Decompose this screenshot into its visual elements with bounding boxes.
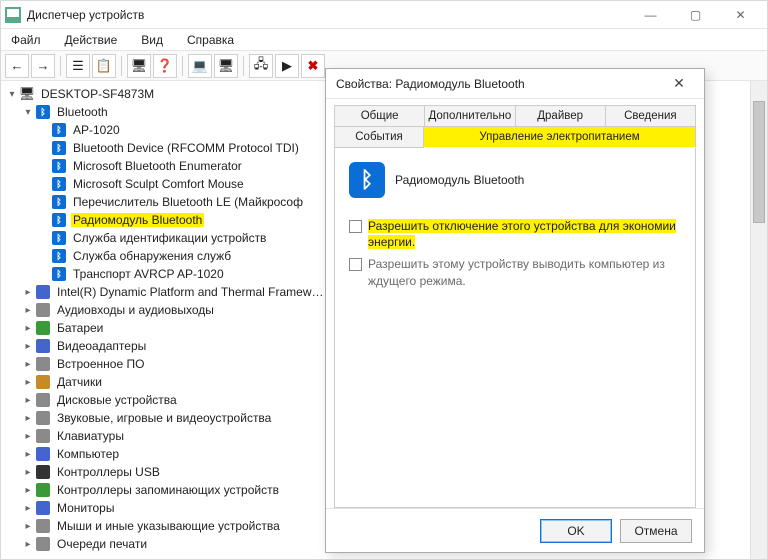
toolbar-btn-1[interactable]: 📋 <box>92 54 116 78</box>
dialog-titlebar: Свойства: Радиомодуль Bluetooth ✕ <box>326 69 704 99</box>
minimize-button[interactable]: — <box>628 1 673 29</box>
bluetooth-icon: ᛒ <box>51 122 67 138</box>
twisty-icon[interactable]: ▸ <box>21 413 35 424</box>
window-title: Диспетчер устройств <box>27 8 144 22</box>
cancel-button[interactable]: Отмена <box>620 519 692 543</box>
tab-advanced[interactable]: Дополнительно <box>425 105 515 127</box>
option-label: Разрешить этому устройству выводить комп… <box>368 256 681 288</box>
audio-icon <box>35 302 51 318</box>
dialog-title: Свойства: Радиомодуль Bluetooth <box>336 77 525 91</box>
storage-icon <box>35 482 51 498</box>
bluetooth-icon: ᛒ <box>51 266 67 282</box>
twisty-icon[interactable]: ▾ <box>5 89 19 100</box>
twisty-icon[interactable]: ▸ <box>21 377 35 388</box>
dialog-close-button[interactable]: ✕ <box>664 75 694 92</box>
menu-file[interactable]: Файл <box>7 31 45 49</box>
printer-icon <box>35 536 51 552</box>
toolbar-btn-0[interactable]: ☰ <box>66 54 90 78</box>
device-header: ᛒ Радиомодуль Bluetooth <box>349 162 681 198</box>
tab-panel-power: ᛒ Радиомодуль Bluetooth Разрешить отключ… <box>334 148 696 508</box>
toolbar-separator <box>243 56 244 76</box>
bluetooth-icon: ᛒ <box>51 176 67 192</box>
computer-icon <box>35 446 51 462</box>
tree-label: Bluetooth <box>55 105 110 119</box>
toolbar-btn-5[interactable]: 🖥 <box>214 54 238 78</box>
toolbar-btn-7[interactable]: ▶ <box>275 54 299 78</box>
display-icon <box>35 338 51 354</box>
toolbar-btn-6[interactable]: 🖧 <box>249 54 273 78</box>
toolbar-btn-8[interactable]: ✖ <box>301 54 325 78</box>
mouse-icon <box>35 518 51 534</box>
toolbar-separator <box>121 56 122 76</box>
twisty-icon[interactable]: ▸ <box>21 359 35 370</box>
tab-driver[interactable]: Драйвер <box>516 105 606 127</box>
option-label: Разрешить отключение этого устройства дл… <box>368 218 681 250</box>
twisty-icon[interactable]: ▸ <box>21 521 35 532</box>
battery-icon <box>35 320 51 336</box>
tree-root-label: DESKTOP-SF4873M <box>39 87 156 101</box>
titlebar: Диспетчер устройств — ▢ ✕ <box>1 1 767 29</box>
twisty-icon[interactable]: ▸ <box>21 449 35 460</box>
bluetooth-icon: ᛒ <box>51 230 67 246</box>
toolbar-btn-3[interactable]: ❓ <box>153 54 177 78</box>
toolbar-btn-2[interactable]: 🖥 <box>127 54 151 78</box>
usb-icon <box>35 464 51 480</box>
properties-dialog: Свойства: Радиомодуль Bluetooth ✕ Общие … <box>325 68 705 553</box>
toolbar-separator <box>182 56 183 76</box>
tab-general[interactable]: Общие <box>334 105 425 127</box>
disk-icon <box>35 392 51 408</box>
maximize-button[interactable]: ▢ <box>673 1 718 29</box>
tab-details[interactable]: Сведения <box>606 105 696 127</box>
bluetooth-icon: ᛒ <box>51 212 67 228</box>
close-button[interactable]: ✕ <box>718 1 763 29</box>
twisty-icon[interactable]: ▸ <box>21 305 35 316</box>
sensor-icon <box>35 374 51 390</box>
option-wake-computer[interactable]: Разрешить этому устройству выводить комп… <box>349 256 681 288</box>
twisty-icon[interactable]: ▸ <box>21 467 35 478</box>
twisty-icon[interactable]: ▾ <box>21 107 35 118</box>
toolbar-btn-4[interactable]: 💻 <box>188 54 212 78</box>
twisty-icon[interactable]: ▸ <box>21 485 35 496</box>
bluetooth-icon: ᛒ <box>51 140 67 156</box>
ok-button[interactable]: OK <box>540 519 612 543</box>
twisty-icon[interactable]: ▸ <box>21 539 35 550</box>
tab-strip: Общие Дополнительно Драйвер Сведения Соб… <box>326 99 704 148</box>
twisty-icon[interactable]: ▸ <box>21 287 35 298</box>
category-icon <box>35 284 51 300</box>
checkbox[interactable] <box>349 258 362 271</box>
dialog-button-row: OK Отмена <box>326 508 704 552</box>
device-name: Радиомодуль Bluetooth <box>395 173 524 187</box>
tab-power-management[interactable]: Управление электропитанием <box>424 127 696 148</box>
bluetooth-icon: ᛒ <box>51 248 67 264</box>
twisty-icon[interactable]: ▸ <box>21 431 35 442</box>
vertical-scrollbar[interactable] <box>750 81 767 559</box>
toolbar-separator <box>60 56 61 76</box>
sound-icon <box>35 410 51 426</box>
computer-icon: 🖥 <box>19 86 35 102</box>
twisty-icon[interactable]: ▸ <box>21 323 35 334</box>
twisty-icon[interactable]: ▸ <box>21 395 35 406</box>
bluetooth-icon: ᛒ <box>35 104 51 120</box>
keyboard-icon <box>35 428 51 444</box>
bluetooth-icon: ᛒ <box>51 158 67 174</box>
app-icon <box>5 7 21 23</box>
bluetooth-icon: ᛒ <box>51 194 67 210</box>
twisty-icon[interactable]: ▸ <box>21 503 35 514</box>
toolbar-back[interactable]: ← <box>5 54 29 78</box>
monitor-icon <box>35 500 51 516</box>
menu-view[interactable]: Вид <box>137 31 167 49</box>
option-allow-power-off[interactable]: Разрешить отключение этого устройства дл… <box>349 218 681 250</box>
checkbox[interactable] <box>349 220 362 233</box>
bluetooth-icon: ᛒ <box>349 162 385 198</box>
menubar: Файл Действие Вид Справка <box>1 29 767 51</box>
firmware-icon <box>35 356 51 372</box>
menu-action[interactable]: Действие <box>61 31 122 49</box>
tab-events[interactable]: События <box>334 127 424 148</box>
menu-help[interactable]: Справка <box>183 31 238 49</box>
twisty-icon[interactable]: ▸ <box>21 341 35 352</box>
toolbar-forward[interactable]: → <box>31 54 55 78</box>
